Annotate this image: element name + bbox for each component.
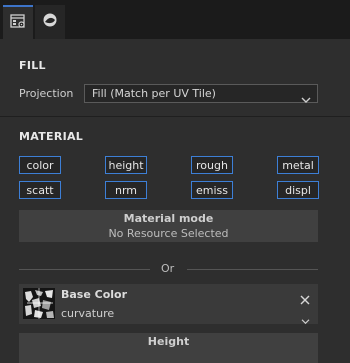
tab-layer-properties[interactable] bbox=[3, 5, 33, 39]
projection-label: Projection bbox=[19, 87, 74, 100]
chevron-down-icon bbox=[301, 89, 311, 108]
height-title: Height bbox=[147, 335, 190, 348]
close-icon[interactable] bbox=[300, 290, 310, 309]
or-label: Or bbox=[161, 262, 175, 275]
material-mode-value: No Resource Selected bbox=[108, 227, 229, 240]
channel-chip-rough[interactable]: rough bbox=[191, 156, 233, 174]
channel-chip-metal[interactable]: metal bbox=[277, 156, 319, 174]
material-sphere-icon bbox=[42, 12, 58, 32]
base-color-slot[interactable]: Base Color curvature bbox=[19, 284, 318, 325]
projection-select[interactable]: Fill (Match per UV Tile) bbox=[84, 84, 318, 103]
channel-chip-color[interactable]: color bbox=[19, 156, 61, 174]
material-mode-title: Material mode bbox=[123, 212, 214, 225]
base-color-source: curvature bbox=[61, 307, 115, 320]
fill-section-title: FILL bbox=[19, 59, 46, 72]
material-mode-slot[interactable]: Material mode No Resource Selected bbox=[19, 210, 318, 242]
height-slot[interactable]: Height bbox=[19, 333, 318, 363]
layer-settings-icon bbox=[10, 13, 26, 33]
channel-chip-displ[interactable]: displ bbox=[277, 181, 319, 199]
tab-material[interactable] bbox=[35, 5, 65, 39]
channel-chip-height[interactable]: height bbox=[105, 156, 147, 174]
base-color-title: Base Color bbox=[61, 288, 128, 301]
or-divider-right bbox=[187, 269, 318, 270]
section-divider bbox=[0, 116, 350, 117]
tab-bar bbox=[0, 0, 350, 42]
channel-chip-scatt[interactable]: scatt bbox=[19, 181, 61, 199]
or-divider-left bbox=[19, 269, 150, 270]
chevron-down-icon[interactable] bbox=[301, 310, 310, 329]
material-section-title: MATERIAL bbox=[19, 130, 84, 143]
channel-chip-nrm[interactable]: nrm bbox=[105, 181, 147, 199]
projection-value: Fill (Match per UV Tile) bbox=[92, 87, 216, 100]
channel-chip-emiss[interactable]: emiss bbox=[191, 181, 233, 199]
curvature-thumbnail bbox=[23, 288, 55, 319]
